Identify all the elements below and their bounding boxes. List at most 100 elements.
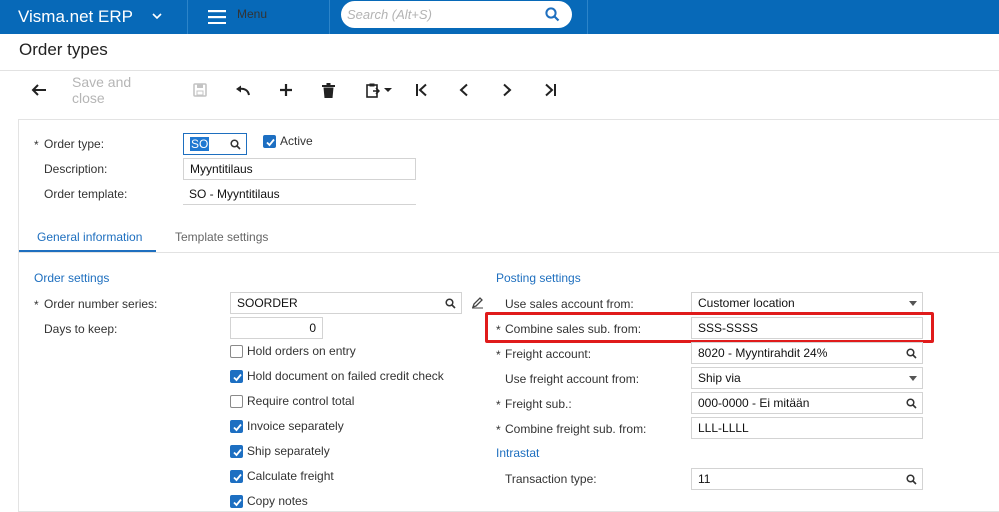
freight-account-field[interactable]: 8020 - Myyntirahdit 24%: [691, 342, 923, 364]
calculate-freight-label: Calculate freight: [247, 469, 334, 483]
plus-icon: [280, 84, 292, 96]
combine-freight-sub-field[interactable]: LLL-LLLL: [691, 417, 923, 439]
ship-separately-label: Ship separately: [247, 444, 330, 458]
chevron-right-icon: [503, 83, 512, 97]
freight-account-label: Freight account:: [505, 347, 592, 361]
required-marker: *: [496, 423, 501, 437]
active-checkbox[interactable]: [263, 135, 276, 148]
hold-orders-on-entry-label: Hold orders on entry: [247, 344, 356, 358]
check-icon: [233, 498, 242, 507]
save-and-close-button[interactable]: Save and close: [72, 74, 167, 106]
clipboard-icon: [366, 83, 380, 98]
order-template-label: Order template:: [44, 187, 128, 201]
first-icon: [416, 83, 427, 97]
caret-down-icon: [384, 88, 392, 92]
highlight-box: [485, 312, 934, 343]
required-marker: *: [34, 138, 39, 152]
required-marker: *: [496, 348, 501, 362]
days-to-keep-field[interactable]: 0: [230, 317, 323, 339]
check-icon: [233, 423, 242, 432]
combine-freight-sub-label: Combine freight sub. from:: [505, 422, 647, 436]
order-type-field[interactable]: SO: [183, 133, 247, 155]
required-marker: *: [496, 398, 501, 412]
previous-record-button[interactable]: [455, 80, 473, 100]
order-number-series-label: Order number series:: [44, 297, 158, 311]
edit-pencil-icon[interactable]: [471, 296, 484, 309]
freight-account-value: 8020 - Myyntirahdit 24%: [698, 346, 828, 360]
use-freight-account-select[interactable]: Ship via: [691, 367, 923, 389]
chevron-down-icon: [152, 13, 162, 20]
check-icon: [233, 473, 242, 482]
search-icon[interactable]: [906, 474, 917, 485]
check-icon: [266, 138, 275, 147]
order-number-series-field[interactable]: SOORDER: [230, 292, 462, 314]
trash-icon: [321, 82, 335, 98]
transaction-type-field[interactable]: 11: [691, 468, 923, 490]
top-bar: Visma.net ERP Menu: [0, 0, 999, 34]
last-icon: [545, 83, 556, 97]
first-record-button[interactable]: [413, 80, 431, 100]
chevron-left-icon: [459, 83, 468, 97]
use-sales-account-select[interactable]: Customer location: [691, 292, 923, 314]
main-menu-button[interactable]: Menu: [188, 0, 328, 34]
brand-menu[interactable]: Visma.net ERP: [0, 0, 187, 34]
undo-icon: [236, 85, 250, 96]
calculate-freight-checkbox[interactable]: [230, 470, 243, 483]
last-record-button[interactable]: [541, 80, 559, 100]
delete-button[interactable]: [319, 80, 337, 100]
undo-button[interactable]: [234, 80, 252, 100]
transaction-type-label: Transaction type:: [505, 472, 597, 486]
order-template-value: SO - Myyntitilaus: [189, 186, 280, 201]
search-icon[interactable]: [906, 398, 917, 409]
dropdown-caret-icon: [909, 376, 917, 381]
require-control-total-checkbox[interactable]: [230, 395, 243, 408]
back-button[interactable]: [29, 80, 49, 100]
order-number-series-value: SOORDER: [237, 296, 298, 310]
order-type-label: Order type:: [44, 137, 105, 151]
next-record-button[interactable]: [498, 80, 516, 100]
divider: [587, 0, 588, 34]
ship-separately-checkbox[interactable]: [230, 445, 243, 458]
brand-name: Visma.net ERP: [18, 7, 133, 26]
description-field[interactable]: Myyntitilaus: [183, 158, 416, 180]
search-icon[interactable]: [906, 348, 917, 359]
order-settings-title: Order settings: [34, 271, 110, 285]
menu-label: Menu: [237, 7, 268, 21]
check-icon: [233, 373, 242, 382]
description-value: Myyntitilaus: [190, 162, 253, 176]
required-marker: *: [34, 298, 39, 312]
hold-orders-on-entry-checkbox[interactable]: [230, 345, 243, 358]
tab-general-information[interactable]: General information: [37, 230, 142, 244]
copy-paste-menu-button[interactable]: [364, 80, 394, 100]
hold-on-failed-credit-check-label: Hold document on failed credit check: [247, 369, 444, 383]
days-to-keep-label: Days to keep:: [44, 322, 118, 336]
tab-template-settings[interactable]: Template settings: [175, 230, 268, 244]
days-to-keep-value: 0: [309, 321, 316, 335]
search-icon[interactable]: [230, 139, 241, 150]
save-icon: [193, 83, 207, 97]
intrastat-title: Intrastat: [496, 446, 540, 460]
page-title: Order types: [19, 40, 108, 59]
use-sales-account-value: Customer location: [698, 296, 795, 310]
hamburger-icon: [208, 10, 226, 24]
copy-notes-checkbox[interactable]: [230, 495, 243, 508]
transaction-type-value: 11: [698, 472, 711, 486]
global-search[interactable]: [341, 1, 572, 28]
copy-notes-label: Copy notes: [247, 494, 308, 508]
save-button[interactable]: [191, 80, 209, 100]
use-sales-account-label: Use sales account from:: [505, 297, 634, 311]
search-icon[interactable]: [545, 7, 560, 22]
use-freight-account-value: Ship via: [698, 371, 741, 385]
require-control-total-label: Require control total: [247, 394, 355, 408]
dropdown-caret-icon: [909, 301, 917, 306]
add-button[interactable]: [277, 80, 295, 100]
order-type-value: SO: [190, 137, 210, 151]
invoice-separately-checkbox[interactable]: [230, 420, 243, 433]
search-input[interactable]: [347, 5, 537, 24]
back-arrow-icon: [31, 84, 46, 96]
hold-on-failed-credit-check-checkbox[interactable]: [230, 370, 243, 383]
divider: [329, 0, 330, 34]
search-icon[interactable]: [445, 298, 456, 309]
check-icon: [233, 448, 242, 457]
freight-sub-field[interactable]: 000-0000 - Ei mitään: [691, 392, 923, 414]
